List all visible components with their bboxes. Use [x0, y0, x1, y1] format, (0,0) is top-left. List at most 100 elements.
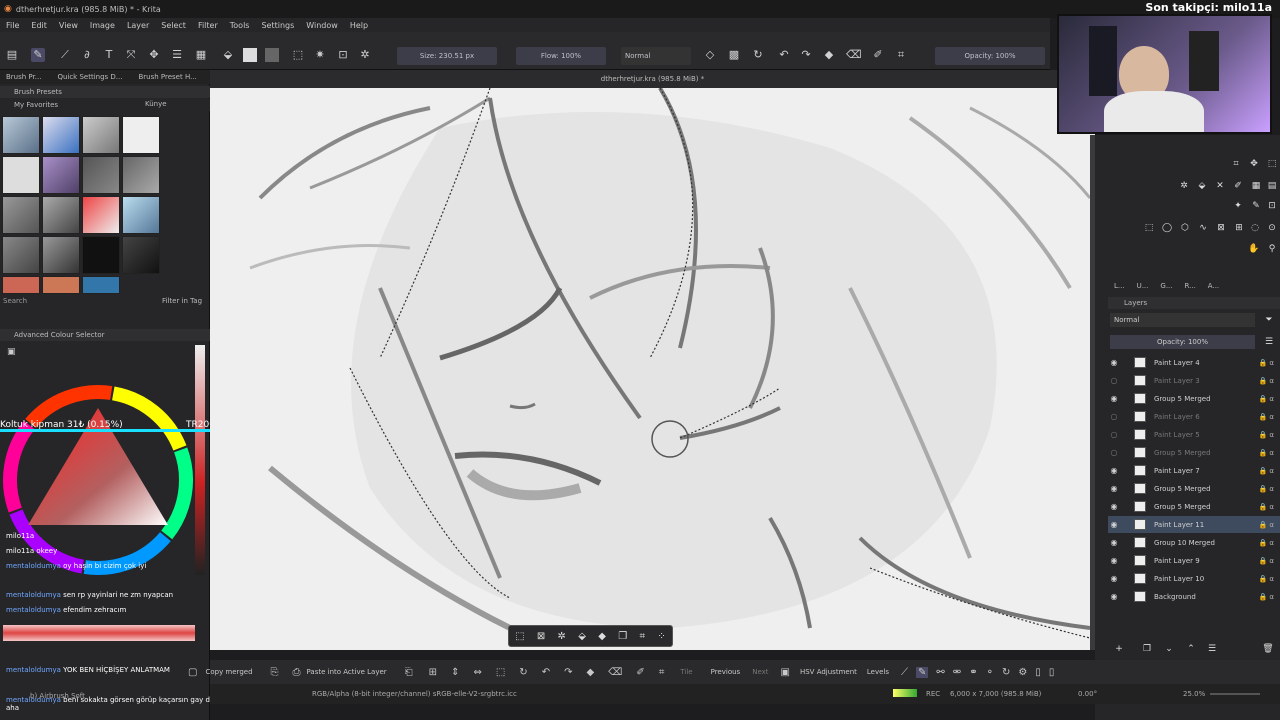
- select-rect-icon[interactable]: ⬚: [1143, 222, 1155, 234]
- brush-preset-item[interactable]: [42, 156, 80, 194]
- brush-preset-item[interactable]: [122, 236, 160, 274]
- assistant-icon[interactable]: ▤: [1266, 180, 1278, 192]
- gear-icon[interactable]: ✲: [558, 631, 566, 642]
- layer-row[interactable]: ○ Paint Layer 6 🔒 α: [1108, 408, 1280, 425]
- select-freehand-icon[interactable]: ∿: [1197, 222, 1209, 234]
- clear-icon[interactable]: ⌫: [608, 667, 622, 678]
- eye-icon[interactable]: ◉: [1108, 538, 1120, 547]
- pin-icon[interactable]: ✦: [1232, 200, 1244, 212]
- levels-button[interactable]: Levels: [867, 668, 889, 676]
- lock-icon[interactable]: 🔒 α: [1258, 539, 1274, 547]
- save-icon[interactable]: ▣: [781, 667, 790, 678]
- align-icon[interactable]: ⇕: [451, 667, 459, 678]
- symmetry-icon[interactable]: ⚯: [936, 667, 944, 678]
- lock-icon[interactable]: 🔒 α: [1258, 449, 1274, 457]
- brush-preset-item[interactable]: [42, 196, 80, 234]
- menu-tools[interactable]: Tools: [230, 21, 250, 30]
- flow-field[interactable]: Flow: 100%: [516, 47, 606, 65]
- edit-icon[interactable]: ✐: [636, 667, 644, 678]
- background-swatch-icon[interactable]: [265, 48, 279, 62]
- brush-preset-item[interactable]: [82, 236, 120, 274]
- crop-icon[interactable]: ⌗: [894, 48, 908, 62]
- magic-wand-icon[interactable]: ✷: [313, 48, 327, 62]
- eye-icon[interactable]: ◉: [1108, 502, 1120, 511]
- menu-help[interactable]: Help: [350, 21, 368, 30]
- paste-layer-icon[interactable]: ⎙: [293, 667, 301, 678]
- brush-editor-icon[interactable]: ⟋: [58, 48, 72, 62]
- brush-preset-item[interactable]: [42, 236, 80, 274]
- menu-file[interactable]: File: [6, 21, 19, 30]
- blend-mode-select[interactable]: Normal: [621, 47, 691, 65]
- layer-row[interactable]: ◉ Paint Layer 7 🔒 α: [1108, 462, 1280, 479]
- zoom-slider[interactable]: [1210, 693, 1260, 695]
- menu-view[interactable]: View: [59, 21, 78, 30]
- lock-icon[interactable]: 🔒 α: [1258, 431, 1274, 439]
- gear-icon[interactable]: ✲: [1178, 180, 1190, 192]
- layer-row[interactable]: ◉ Group 10 Merged 🔒 α: [1108, 534, 1280, 551]
- redo-icon[interactable]: ↷: [564, 667, 572, 678]
- grid-icon[interactable]: ▦: [1250, 180, 1262, 192]
- brush-preset-item[interactable]: [122, 116, 160, 154]
- brush-preset-item[interactable]: [2, 156, 40, 194]
- eraser-icon[interactable]: ◆: [586, 667, 594, 678]
- menu-icon[interactable]: ☰: [1263, 336, 1275, 348]
- tab-a-short[interactable]: A...: [1208, 282, 1219, 296]
- move-up-icon[interactable]: ⌃: [1185, 643, 1197, 655]
- eye-icon[interactable]: ◉: [1108, 574, 1120, 583]
- lock-icon[interactable]: 🔒 α: [1258, 395, 1274, 403]
- add-layer-icon[interactable]: +: [1113, 643, 1125, 655]
- symmetry-h-icon[interactable]: ⚭: [969, 667, 977, 678]
- menu-filter[interactable]: Filter: [198, 21, 218, 30]
- edit-icon[interactable]: ✐: [871, 48, 885, 62]
- duplicate-layer-icon[interactable]: ❐: [1141, 643, 1153, 655]
- next-button[interactable]: Next: [752, 668, 768, 676]
- select-ellipse-icon[interactable]: ◯: [1161, 222, 1173, 234]
- move-down-icon[interactable]: ⌄: [1163, 643, 1175, 655]
- flip-icon[interactable]: ⇔: [473, 667, 481, 678]
- layer-row[interactable]: ◉ Paint Layer 9 🔒 α: [1108, 552, 1280, 569]
- lock-icon[interactable]: 🔒 α: [1258, 521, 1274, 529]
- layer-row[interactable]: ◉ Group 5 Merged 🔒 α: [1108, 480, 1280, 497]
- colour-settings-icon[interactable]: ▣: [7, 347, 16, 357]
- eye-icon[interactable]: ◉: [1108, 358, 1120, 367]
- transform-icon[interactable]: ✥: [147, 48, 161, 62]
- alpha-lock-icon[interactable]: ▩: [727, 48, 741, 62]
- grip-icon[interactable]: ⁘: [657, 631, 665, 642]
- brush-preset-item[interactable]: [42, 116, 80, 154]
- layer-row[interactable]: ○ Group 5 Merged 🔒 α: [1108, 444, 1280, 461]
- undo-icon[interactable]: ↶: [542, 667, 550, 678]
- picker-icon[interactable]: ✐: [1232, 180, 1244, 192]
- filter-icon[interactable]: ⏷: [1263, 314, 1275, 326]
- brush-preset-item[interactable]: [82, 276, 120, 294]
- eye-hidden-icon[interactable]: ○: [1108, 430, 1120, 439]
- copy-icon[interactable]: ▢: [188, 667, 197, 678]
- zoom-label[interactable]: 25.0%: [1183, 690, 1205, 698]
- paste-active-layer-button[interactable]: Paste into Active Layer: [307, 668, 387, 676]
- transform-icon[interactable]: ⬚: [496, 667, 505, 678]
- text-tool-icon[interactable]: T: [102, 48, 116, 62]
- lock-icon[interactable]: 🔒 α: [1258, 557, 1274, 565]
- transform-icon[interactable]: ⬚: [1266, 158, 1278, 170]
- curve-icon[interactable]: ∂: [80, 48, 94, 62]
- close-icon[interactable]: ✕: [1214, 180, 1226, 192]
- fill-icon[interactable]: ⬙: [1196, 180, 1208, 192]
- menu-image[interactable]: Image: [90, 21, 115, 30]
- select-magnetic-icon[interactable]: ⊙: [1266, 222, 1278, 234]
- filter-in-tag-toggle[interactable]: Filter in Tag: [162, 297, 202, 305]
- lock-icon[interactable]: 🔒 α: [1258, 413, 1274, 421]
- layer-row[interactable]: ◉ Group 5 Merged 🔒 α: [1108, 390, 1280, 407]
- gear-icon[interactable]: ✲: [358, 48, 372, 62]
- list-icon[interactable]: ☰: [170, 48, 184, 62]
- brush-size-field[interactable]: Size: 230.51 px: [397, 47, 497, 65]
- drawing-canvas[interactable]: [210, 88, 1095, 650]
- foreground-swatch-icon[interactable]: [243, 48, 257, 62]
- menu-edit[interactable]: Edit: [31, 21, 47, 30]
- selection-tool-icon[interactable]: ⊠: [537, 631, 545, 642]
- lock-icon[interactable]: 🔒 α: [1258, 503, 1274, 511]
- opacity-field[interactable]: Opacity: 100%: [935, 47, 1045, 65]
- window-split-icon[interactable]: ▯: [1049, 667, 1055, 678]
- brush-preset-item[interactable]: [122, 156, 160, 194]
- crop-icon[interactable]: ⌗: [659, 667, 665, 678]
- eye-icon[interactable]: ◉: [1108, 484, 1120, 493]
- tab-quick-settings[interactable]: Quick Settings D...: [57, 73, 122, 81]
